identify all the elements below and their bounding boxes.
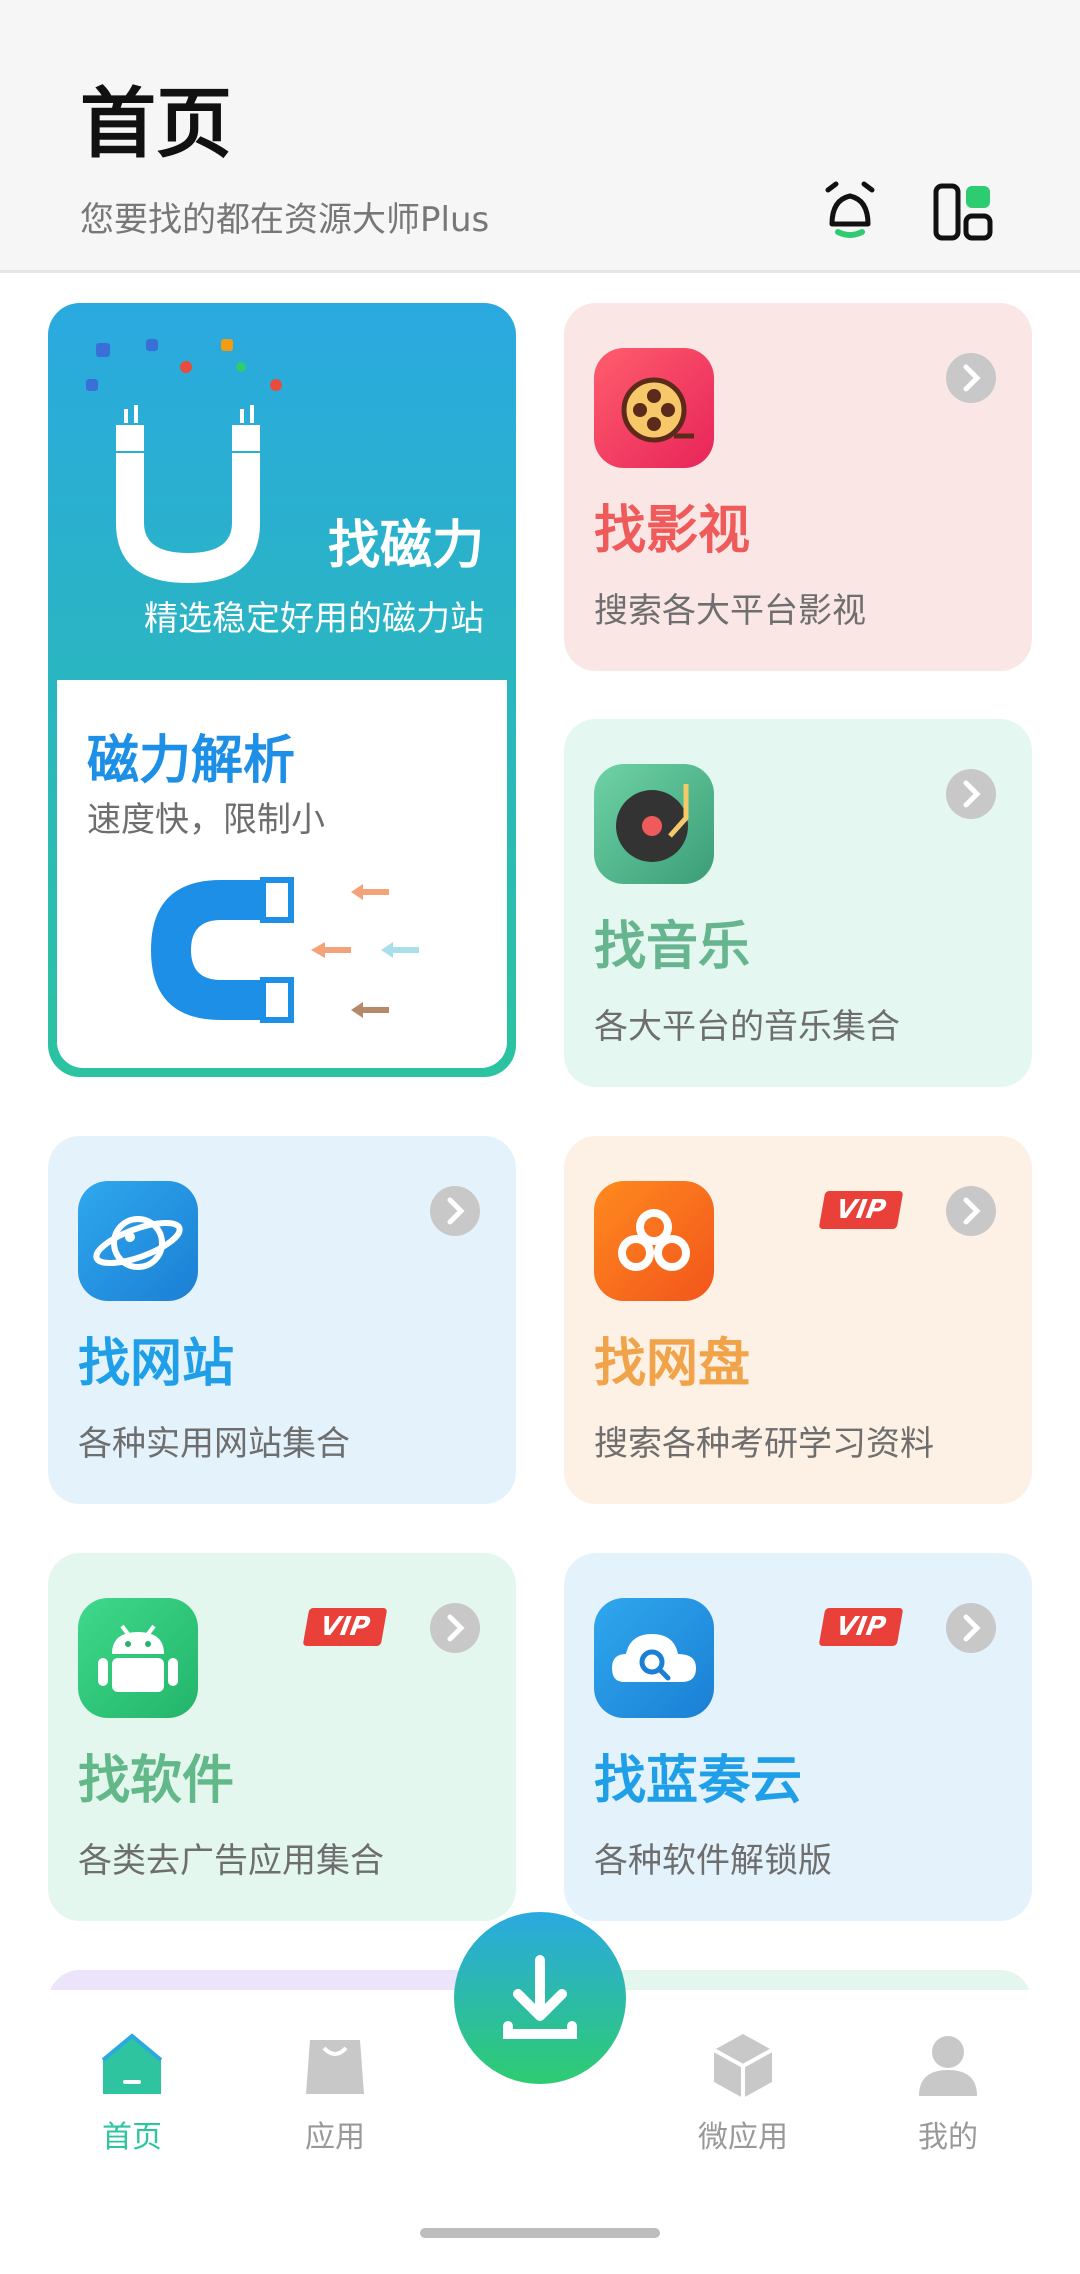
card-lanzou[interactable]: 找蓝奏云 各种软件解锁版 VIP [564, 1553, 1032, 1921]
card-title: 找蓝奏云 [594, 1751, 803, 1811]
page-title: 首页 [80, 79, 232, 168]
nav-item-home[interactable]: 首页 [62, 2030, 202, 2156]
header: 首页 您要找的都在资源大师Plus [0, 0, 1080, 273]
nav-label-me: 我的 [918, 2120, 978, 2155]
vip-badge: VIP [818, 1191, 904, 1229]
layout-grid-icon[interactable] [932, 180, 996, 244]
chevron-right-icon[interactable] [946, 353, 996, 403]
bell-icon[interactable] [818, 180, 882, 244]
magnet-parse-desc: 速度快，限制小 [87, 800, 325, 840]
planet-icon [78, 1181, 198, 1301]
magnet-parse-icon [151, 877, 419, 1023]
vip-badge: VIP [302, 1608, 388, 1646]
nav-item-mini-apps[interactable]: 微应用 [673, 2030, 813, 2156]
home-indicator [420, 2228, 660, 2238]
chevron-right-icon[interactable] [946, 1186, 996, 1236]
home-icon [101, 2033, 163, 2094]
card-desc: 各种实用网站集合 [78, 1424, 350, 1464]
card-video[interactable]: 找影视 搜索各大平台影视 [564, 303, 1032, 671]
card-desc: 搜索各种考研学习资料 [594, 1424, 934, 1464]
chevron-right-icon[interactable] [946, 769, 996, 819]
magnet-card[interactable]: 找磁力 精选稳定好用的磁力站 磁力解析 速度快，限制小 [48, 303, 516, 1077]
card-title: 找网盘 [594, 1334, 751, 1394]
cloud-search-icon [594, 1598, 714, 1718]
card-title: 找软件 [78, 1751, 235, 1811]
magnet-card-title: 找磁力 [327, 516, 484, 576]
chevron-right-icon[interactable] [430, 1603, 480, 1653]
card-software[interactable]: 找软件 各类去广告应用集合 VIP [48, 1553, 516, 1921]
card-music[interactable]: 找音乐 各大平台的音乐集合 [564, 719, 1032, 1087]
vip-badge: VIP [818, 1608, 904, 1646]
download-icon [503, 1955, 577, 2039]
magnet-icon [86, 339, 282, 583]
cube-icon [713, 2034, 773, 2098]
card-title: 找影视 [594, 501, 751, 561]
magnet-parse-panel[interactable]: 磁力解析 速度快，限制小 [57, 680, 507, 1068]
page-subtitle: 您要找的都在资源大师Plus [80, 200, 490, 240]
nav-label-apps: 应用 [305, 2120, 365, 2155]
magnet-parse-title: 磁力解析 [87, 731, 296, 791]
card-title: 找音乐 [594, 917, 751, 977]
user-icon [919, 2036, 977, 2096]
film-reel-icon [594, 348, 714, 468]
chevron-right-icon[interactable] [430, 1186, 480, 1236]
vinyl-record-icon [594, 764, 714, 884]
android-icon [78, 1598, 198, 1718]
nav-item-me[interactable]: 我的 [878, 2030, 1018, 2156]
shopping-bag-icon [306, 2040, 364, 2094]
card-desc: 搜索各大平台影视 [594, 591, 866, 631]
card-title: 找网站 [78, 1334, 235, 1394]
card-websites[interactable]: 找网站 各种实用网站集合 [48, 1136, 516, 1504]
magnet-card-desc: 精选稳定好用的磁力站 [144, 599, 484, 639]
card-netdisk[interactable]: 找网盘 搜索各种考研学习资料 VIP [564, 1136, 1032, 1504]
nav-item-apps[interactable]: 应用 [265, 2030, 405, 2156]
download-fab[interactable] [454, 1912, 626, 2084]
nav-label-mini-apps: 微应用 [698, 2120, 788, 2155]
card-desc: 各大平台的音乐集合 [594, 1007, 900, 1047]
chevron-right-icon[interactable] [946, 1603, 996, 1653]
cloud-disk-icon [594, 1181, 714, 1301]
card-desc: 各类去广告应用集合 [78, 1841, 384, 1881]
nav-label-home: 首页 [102, 2120, 162, 2155]
card-desc: 各种软件解锁版 [594, 1841, 832, 1881]
